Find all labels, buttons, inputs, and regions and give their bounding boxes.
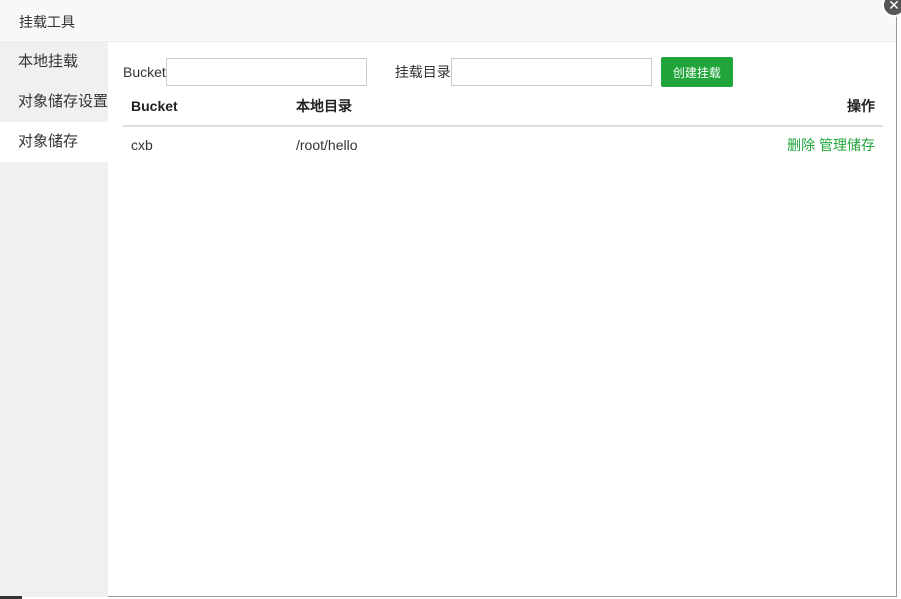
sidebar-item-local-mount[interactable]: 本地挂载	[0, 42, 108, 82]
sidebar-item-object-storage-settings[interactable]: 对象储存设置	[0, 82, 108, 122]
sidebar-item-object-storage[interactable]: 对象储存	[0, 122, 108, 162]
bucket-label: Bucket	[123, 64, 166, 80]
create-mount-form: Bucket 挂载目录 创建挂载	[123, 57, 733, 87]
dialog-titlebar: 挂载工具	[0, 0, 896, 42]
mount-table: Bucket 本地目录 操作 cxb /root/hello 删除 管理储存	[123, 87, 883, 164]
column-header-local-dir: 本地目录	[288, 87, 543, 127]
cell-actions: 删除 管理储存	[542, 126, 883, 164]
table-header-row: Bucket 本地目录 操作	[123, 87, 883, 127]
manage-storage-link[interactable]: 管理储存	[819, 137, 875, 153]
bucket-input[interactable]	[165, 58, 367, 86]
mount-tool-dialog: 挂载工具 本地挂载 对象储存设置 对象储存 Bucket 挂载目录 创建挂载 B…	[0, 0, 897, 597]
main-content: Bucket 挂载目录 创建挂载 Bucket 本地目录 操作 cxb /roo…	[108, 42, 897, 597]
table-row: cxb /root/hello 删除 管理储存	[123, 126, 883, 164]
mount-dir-label: 挂载目录	[394, 64, 451, 80]
sidebar: 本地挂载 对象储存设置 对象储存	[0, 42, 108, 597]
create-mount-button[interactable]: 创建挂载	[660, 57, 733, 87]
column-header-bucket: Bucket	[123, 87, 288, 127]
dialog-title: 挂载工具	[19, 14, 75, 30]
column-header-actions: 操作	[542, 87, 883, 127]
mount-dir-input[interactable]	[450, 58, 652, 86]
delete-link[interactable]: 删除	[787, 137, 815, 153]
cell-local-dir: /root/hello	[288, 126, 543, 164]
cell-bucket: cxb	[123, 126, 288, 164]
